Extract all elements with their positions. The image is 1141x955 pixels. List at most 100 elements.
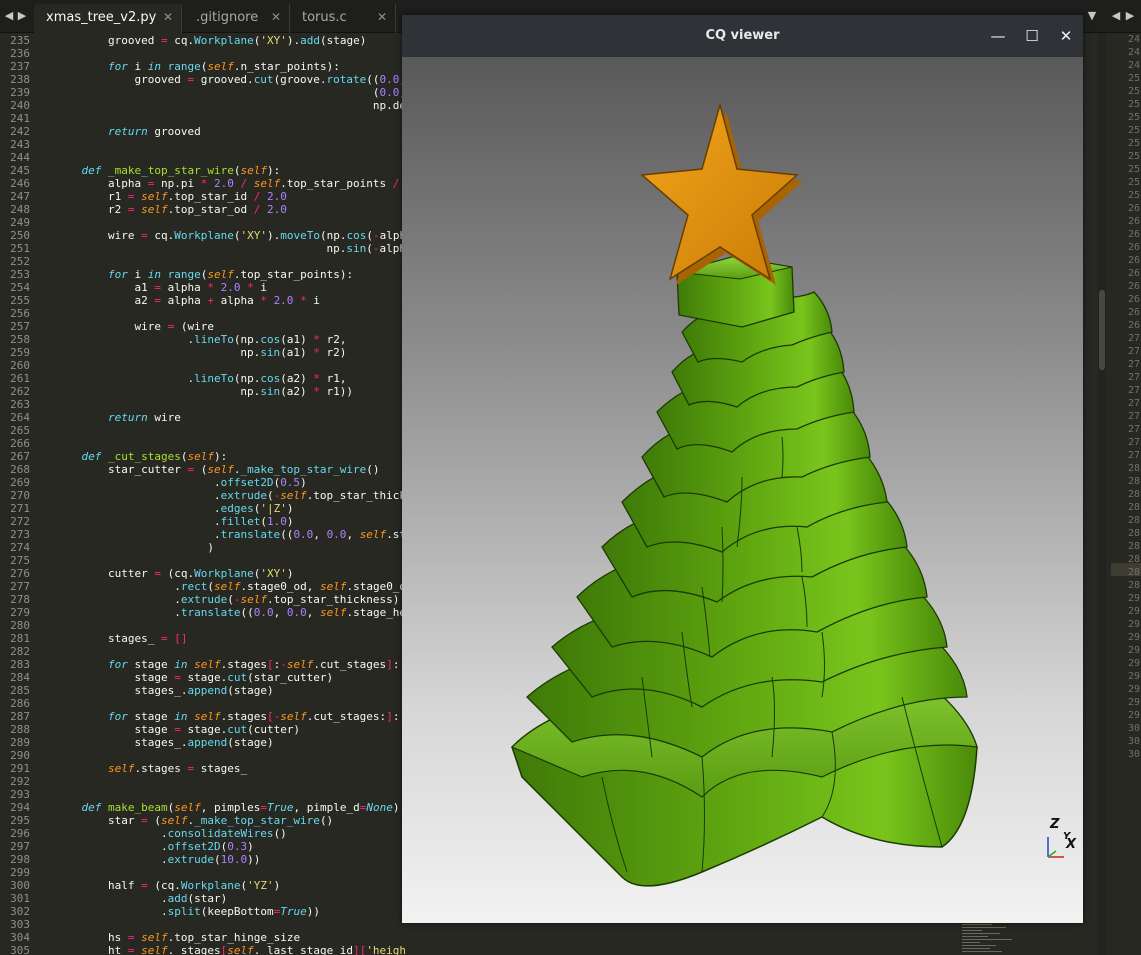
code-line[interactable]: for stage in self.stages[-self.cut_stage… <box>55 710 399 723</box>
close-icon[interactable]: ✕ <box>1056 26 1076 46</box>
tab-torus[interactable]: torus.c ✕ <box>290 4 396 33</box>
code-line[interactable]: star_cutter = (self._make_top_star_wire(… <box>55 463 380 476</box>
code-line[interactable]: star = (self._make_top_star_wire() <box>55 814 333 827</box>
right-line-number: 29 <box>1128 658 1141 669</box>
cq-viewer-window[interactable]: CQ viewer — ☐ ✕ Z Y X <box>402 15 1083 923</box>
line-number: 261 <box>10 372 30 385</box>
code-line[interactable]: ) <box>55 541 214 554</box>
right-line-number: 25 <box>1128 138 1141 149</box>
code-line[interactable]: return grooved <box>55 125 201 138</box>
code-line[interactable]: np.sin(a1) * r2) <box>55 346 346 359</box>
tab-scroll-right-icon[interactable]: ▶ <box>16 8 28 24</box>
line-number: 293 <box>10 788 30 801</box>
viewer-titlebar[interactable]: CQ viewer — ☐ ✕ <box>402 15 1083 57</box>
line-number: 243 <box>10 138 30 151</box>
right-line-number: 27 <box>1128 346 1141 357</box>
code-line[interactable]: (0.0, 0.0, <box>55 86 405 99</box>
code-line[interactable]: r2 = self.top_star_od / 2.0 <box>55 203 287 216</box>
code-line[interactable]: np.degrees <box>55 99 405 112</box>
code-line[interactable]: ht = self._stages[self._last_stage_id]['… <box>55 944 405 955</box>
code-line[interactable]: for stage in self.stages[:-self.cut_stag… <box>55 658 399 671</box>
code-line[interactable]: stages_.append(stage) <box>55 684 273 697</box>
code-line[interactable]: half = (cq.Workplane('YZ') <box>55 879 280 892</box>
line-number: 271 <box>10 502 30 515</box>
code-line[interactable]: .extrude(-self.top_star_thickness) <box>55 593 399 606</box>
code-line[interactable]: .translate((0.0, 0.0, self.stage_height) <box>55 606 405 619</box>
code-line[interactable]: cutter = (cq.Workplane('XY') <box>55 567 293 580</box>
minimap[interactable] <box>960 922 1020 955</box>
code-line[interactable]: .add(star) <box>55 892 227 905</box>
right-line-number: 28 <box>1128 476 1141 487</box>
code-line[interactable]: wire = (wire <box>55 320 214 333</box>
code-line[interactable]: stages_ = [] <box>55 632 188 645</box>
line-number: 290 <box>10 749 30 762</box>
line-number: 280 <box>10 619 30 632</box>
code-line[interactable]: alpha = np.pi * 2.0 / self.top_star_poin… <box>55 177 405 190</box>
code-line[interactable]: stages_.append(stage) <box>55 736 273 749</box>
tab-close-icon[interactable]: ✕ <box>163 4 173 31</box>
code-line[interactable]: r1 = self.top_star_id / 2.0 <box>55 190 287 203</box>
code-line[interactable]: for i in range(self.n_star_points): <box>55 60 340 73</box>
code-line[interactable]: a2 = alpha + alpha * 2.0 * i <box>55 294 319 307</box>
scrollbar-track[interactable] <box>1098 33 1106 955</box>
code-line[interactable]: a1 = alpha * 2.0 * i <box>55 281 266 294</box>
code-line[interactable]: stage = stage.cut(cutter) <box>55 723 300 736</box>
line-number: 257 <box>10 320 30 333</box>
code-line[interactable]: .split(keepBottom=True)) <box>55 905 320 918</box>
line-number: 287 <box>10 710 30 723</box>
right-line-number: 28 <box>1128 567 1141 578</box>
tab-close-icon[interactable]: ✕ <box>377 4 387 31</box>
code-line[interactable]: .offset2D(0.5) <box>55 476 307 489</box>
tab-scroll-left-icon[interactable]: ◀ <box>3 8 15 24</box>
tab-xmas-tree[interactable]: xmas_tree_v2.py ✕ <box>34 4 182 33</box>
code-line[interactable]: .extrude(10.0)) <box>55 853 260 866</box>
line-number: 253 <box>10 268 30 281</box>
right-line-number: 24 <box>1128 60 1141 71</box>
code-line[interactable]: np.sin(a2) * r1)) <box>55 385 353 398</box>
tab-gitignore[interactable]: .gitignore ✕ <box>184 4 290 33</box>
code-line[interactable]: .extrude(-self.top_star_thickness) <box>55 489 405 502</box>
tab-scroll-left-icon-right[interactable]: ◀ <box>1110 8 1122 24</box>
code-line[interactable]: hs = self.top_star_hinge_size <box>55 931 300 944</box>
right-line-number: 29 <box>1128 671 1141 682</box>
line-number: 292 <box>10 775 30 788</box>
line-number: 289 <box>10 736 30 749</box>
code-line[interactable]: wire = cq.Workplane('XY').moveTo(np.cos(… <box>55 229 405 242</box>
tab-list-dropdown-icon[interactable]: ▼ <box>1086 8 1098 24</box>
code-line[interactable]: stage = stage.cut(star_cutter) <box>55 671 333 684</box>
code-line[interactable]: for i in range(self.top_star_points): <box>55 268 353 281</box>
right-line-number: 28 <box>1128 554 1141 565</box>
right-line-number: 29 <box>1128 632 1141 643</box>
code-line[interactable]: .offset2D(0.3) <box>55 840 254 853</box>
maximize-icon[interactable]: ☐ <box>1022 26 1042 46</box>
line-number: 300 <box>10 879 30 892</box>
code-line[interactable]: .consolidateWires() <box>55 827 287 840</box>
line-number: 277 <box>10 580 30 593</box>
line-number: 242 <box>10 125 30 138</box>
code-line[interactable]: def _make_top_star_wire(self): <box>55 164 281 177</box>
code-line[interactable]: return wire <box>55 411 181 424</box>
right-line-number: 27 <box>1128 450 1141 461</box>
code-line[interactable]: .fillet(1.0) <box>55 515 294 528</box>
scrollbar-thumb[interactable] <box>1099 290 1105 370</box>
tab-close-icon[interactable]: ✕ <box>271 4 281 31</box>
code-line[interactable]: .lineTo(np.cos(a1) * r2, <box>55 333 346 346</box>
line-number: 276 <box>10 567 30 580</box>
code-line[interactable]: .translate((0.0, 0.0, self.stage_he <box>55 528 405 541</box>
3d-viewport[interactable]: Z Y X <box>402 57 1083 923</box>
code-editor[interactable]: grooved = cq.Workplane('XY').add(stage) … <box>55 33 406 955</box>
code-line[interactable]: def _cut_stages(self): <box>55 450 228 463</box>
right-line-number: 28 <box>1128 528 1141 539</box>
right-line-number: 29 <box>1128 684 1141 695</box>
code-line[interactable]: .rect(self.stage0_od, self.stage0_od) <box>55 580 405 593</box>
code-line[interactable]: .lineTo(np.cos(a2) * r1, <box>55 372 346 385</box>
code-line[interactable]: .edges('|Z') <box>55 502 294 515</box>
code-line[interactable]: self.stages = stages_ <box>55 762 247 775</box>
code-line[interactable]: np.sin(-alpha) * <box>55 242 405 255</box>
minimize-icon[interactable]: — <box>988 26 1008 46</box>
code-line[interactable]: grooved = cq.Workplane('XY').add(stage) <box>55 34 366 47</box>
code-line[interactable]: grooved = grooved.cut(groove.rotate((0.0… <box>55 73 405 86</box>
code-line[interactable]: def make_beam(self, pimples=True, pimple… <box>55 801 406 814</box>
tab-scroll-right-icon-right[interactable]: ▶ <box>1124 8 1136 24</box>
axis-label-z: Z <box>1050 817 1060 832</box>
